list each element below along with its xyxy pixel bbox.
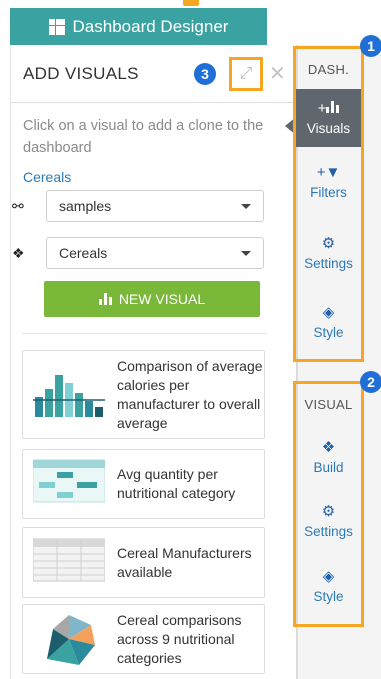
new-visual-button[interactable]: NEW VISUAL <box>44 281 260 317</box>
diamond-icon: ◈ <box>322 567 335 585</box>
callout-badge-1: 1 <box>360 35 381 57</box>
header-title: Dashboard Designer <box>72 16 229 36</box>
panel-title: ADD VISUALS <box>23 63 139 83</box>
dataset-link[interactable]: Cereals <box>11 159 296 185</box>
rail-item-visuals[interactable]: + Visuals <box>296 89 361 147</box>
bar-chart-icon <box>98 293 112 305</box>
rail-item-settings[interactable]: ⚙ Settings <box>296 217 361 287</box>
chevron-down-icon <box>241 203 251 209</box>
table-thumbnail <box>32 456 106 512</box>
rail-item-label: Settings <box>304 523 353 539</box>
dataset-select-row: ⚯ samples <box>12 190 274 222</box>
rail-item-label: Style <box>313 588 344 604</box>
grid-table-thumbnail <box>32 535 106 591</box>
histogram-thumbnail <box>33 367 105 423</box>
connection-select[interactable]: samples <box>46 190 264 222</box>
expand-icon[interactable]: ⤢ <box>229 57 263 91</box>
plus-bar-chart-icon: + <box>318 100 340 117</box>
visual-card[interactable]: Comparison of average calories per manuf… <box>22 350 265 439</box>
connection-icon: ⚯ <box>12 197 24 214</box>
close-icon[interactable]: ✕ <box>269 61 286 86</box>
cogs-icon: ❖ <box>321 438 336 456</box>
dataset-select-value: Cereals <box>59 245 108 261</box>
top-accent <box>0 0 381 8</box>
rail-item-visual-style[interactable]: ◈ Style <box>296 552 361 618</box>
card-label: Avg quantity per nutritional category <box>117 466 236 501</box>
radial-chart-thumbnail <box>33 611 105 667</box>
dash-section-header: DASH. <box>307 61 350 77</box>
gears-icon: ⚙ <box>321 234 336 252</box>
rail-item-filters[interactable]: +▼ Filters <box>296 147 361 217</box>
divider <box>22 333 267 334</box>
new-visual-label: NEW VISUAL <box>118 291 206 307</box>
rail-item-style[interactable]: ◈ Style <box>296 287 361 355</box>
dashboard-grid-icon <box>48 18 65 35</box>
card-label: Comparison of average calories per manuf… <box>117 357 263 431</box>
visual-card[interactable]: Cereal comparisons across 9 nutritional … <box>22 604 265 674</box>
card-label: Cereal comparisons across 9 nutritional … <box>117 611 242 666</box>
visual-section-header: VISUAL <box>304 396 353 412</box>
visual-menu-group: VISUAL ❖ Build ⚙ Settings ◈ Style <box>293 381 364 627</box>
designer-header: Dashboard Designer <box>10 8 267 45</box>
connection-select-value: samples <box>59 198 112 214</box>
gears-icon: ⚙ <box>321 502 336 520</box>
diamond-icon: ◈ <box>322 303 335 321</box>
panel-hint: Click on a visual to add a clone to the … <box>23 118 264 156</box>
rail-item-label: Filters <box>310 185 347 200</box>
dashboard-menu-group: DASH. + Visuals +▼ Filters ⚙ Settings ◈ … <box>293 46 364 362</box>
rail-item-label: Settings <box>304 255 353 271</box>
rail-item-visual-settings[interactable]: ⚙ Settings <box>296 488 361 552</box>
visual-card[interactable]: Cereal Manufacturers available <box>22 527 265 598</box>
card-label: Cereal Manufacturers available <box>117 544 252 580</box>
rail-item-label: Visuals <box>306 121 351 136</box>
rail-item-build[interactable]: ❖ Build <box>296 424 361 488</box>
rail-item-label: Style <box>313 324 344 340</box>
plus-filter-icon: +▼ <box>316 164 341 181</box>
callout-badge-2: 2 <box>360 371 381 393</box>
callout-badge-3: 3 <box>194 63 216 85</box>
chevron-down-icon <box>241 250 251 256</box>
visual-card[interactable]: Avg quantity per nutritional category <box>22 449 265 519</box>
rail-item-label: Build <box>313 459 344 475</box>
panel-header: ADD VISUALS 3 ⤢ ✕ <box>11 45 296 103</box>
table-select-row: ❖ Cereals <box>12 237 274 269</box>
dataset-icon: ❖ <box>12 244 25 261</box>
dataset-select[interactable]: Cereals <box>46 237 264 269</box>
